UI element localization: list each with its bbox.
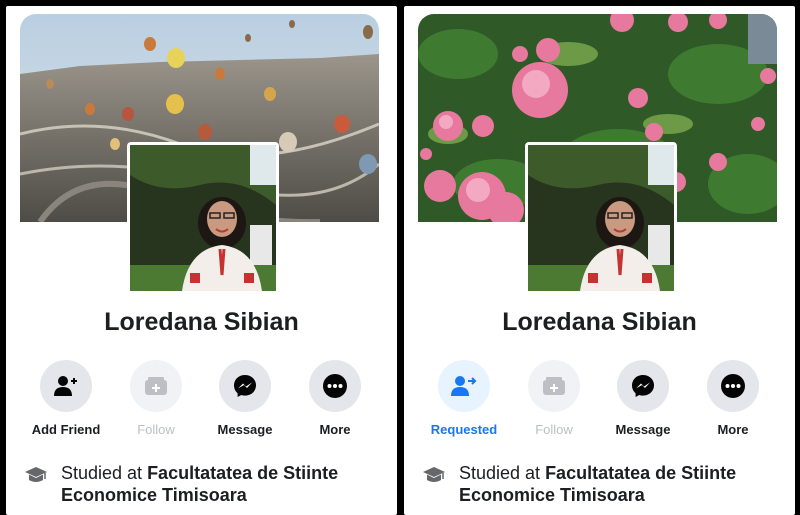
more-icon [323, 374, 347, 398]
add-friend-label: Add Friend [31, 422, 101, 437]
add-friend-button[interactable]: Add Friend [26, 360, 106, 437]
profile-name: Loredana Sibian [502, 308, 697, 336]
message-label: Message [217, 422, 273, 437]
friend-request-sent-icon [451, 376, 477, 396]
graduation-cap-icon [25, 467, 47, 482]
message-button[interactable]: Message [205, 360, 285, 437]
messenger-icon [234, 375, 256, 397]
education-prefix: Studied at [61, 463, 148, 483]
follow-button[interactable]: Follow [116, 360, 196, 437]
profile-picture[interactable] [525, 142, 677, 294]
requested-button[interactable]: Requested [424, 360, 504, 437]
messenger-icon [632, 375, 654, 397]
more-label: More [319, 422, 351, 437]
follow-icon [543, 377, 565, 395]
more-button[interactable]: More [693, 360, 773, 437]
message-button[interactable]: Message [603, 360, 683, 437]
profile-actions: Add Friend Follow Message More [26, 360, 378, 440]
add-friend-icon [54, 376, 77, 396]
more-icon [721, 374, 745, 398]
more-label: More [717, 422, 749, 437]
education-prefix: Studied at [459, 463, 546, 483]
message-label: Message [615, 422, 671, 437]
profile-name: Loredana Sibian [104, 308, 299, 336]
follow-button[interactable]: Follow [514, 360, 594, 437]
follow-icon [145, 377, 167, 395]
profile-actions: Requested Follow Message More [424, 360, 776, 440]
more-button[interactable]: More [295, 360, 375, 437]
profile-panel-right: Loredana Sibian Requested Follow Message… [404, 6, 795, 515]
follow-label: Follow [137, 422, 175, 437]
graduation-cap-icon [423, 467, 445, 482]
profile-panel-left: Loredana Sibian Add Friend Follow Messag… [6, 6, 397, 515]
requested-label: Requested [430, 422, 498, 437]
follow-label: Follow [535, 422, 573, 437]
profile-picture[interactable] [127, 142, 279, 294]
